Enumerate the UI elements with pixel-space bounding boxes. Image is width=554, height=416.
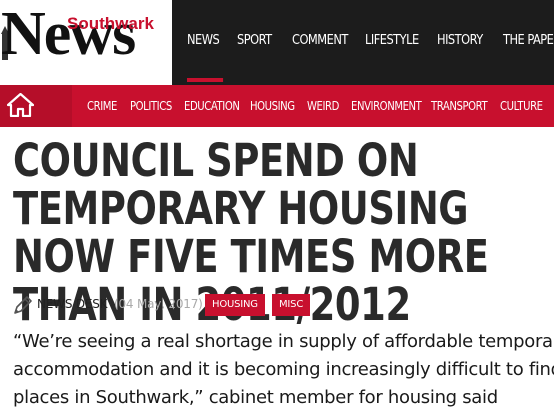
category-transport[interactable]: TRANSPORT <box>431 85 488 127</box>
site-logo[interactable]: News Southwark <box>0 0 172 85</box>
article-body: “We’re seeing a real shortage in supply … <box>13 331 554 408</box>
article-meta: NEWS DESK (04 May, 2017) HOUSING MISC <box>13 292 554 316</box>
tag-housing[interactable]: HOUSING <box>205 294 265 316</box>
logo-main-text: News <box>1 0 136 68</box>
tag-misc[interactable]: MISC <box>272 294 311 316</box>
category-politics[interactable]: POLITICS <box>130 85 172 127</box>
category-environment[interactable]: ENVIRONMENT <box>351 85 422 127</box>
logo-sub-text: Southwark <box>67 14 154 33</box>
category-weird[interactable]: WEIRD <box>307 85 339 127</box>
category-housing[interactable]: HOUSING <box>250 85 295 127</box>
home-icon <box>7 93 34 117</box>
category-nav: CRIME POLITICS EDUCATION HOUSING WEIRD E… <box>0 85 554 127</box>
main-nav-sport[interactable]: SPORT <box>237 0 272 85</box>
home-button[interactable] <box>0 85 72 127</box>
main-nav-comment[interactable]: COMMENT <box>292 0 348 85</box>
main-nav: NEWS SPORT COMMENT LIFESTYLE HISTORY THE… <box>172 0 554 85</box>
category-culture[interactable]: CULTURE <box>500 85 543 127</box>
main-nav-news[interactable]: NEWS <box>187 0 223 85</box>
category-education[interactable]: EDUCATION <box>184 85 240 127</box>
main-nav-history[interactable]: HISTORY <box>437 0 483 85</box>
main-nav-lifestyle[interactable]: LIFESTYLE <box>365 0 419 85</box>
pencil-icon <box>14 296 32 314</box>
category-crime[interactable]: CRIME <box>87 85 117 127</box>
article-author[interactable]: NEWS DESK <box>37 292 108 316</box>
article-date: (04 May, 2017) <box>114 297 203 311</box>
site-header: News Southwark NEWS SPORT COMMENT LIFEST… <box>0 0 554 85</box>
main-nav-the-paper[interactable]: THE PAPER <box>503 0 554 85</box>
